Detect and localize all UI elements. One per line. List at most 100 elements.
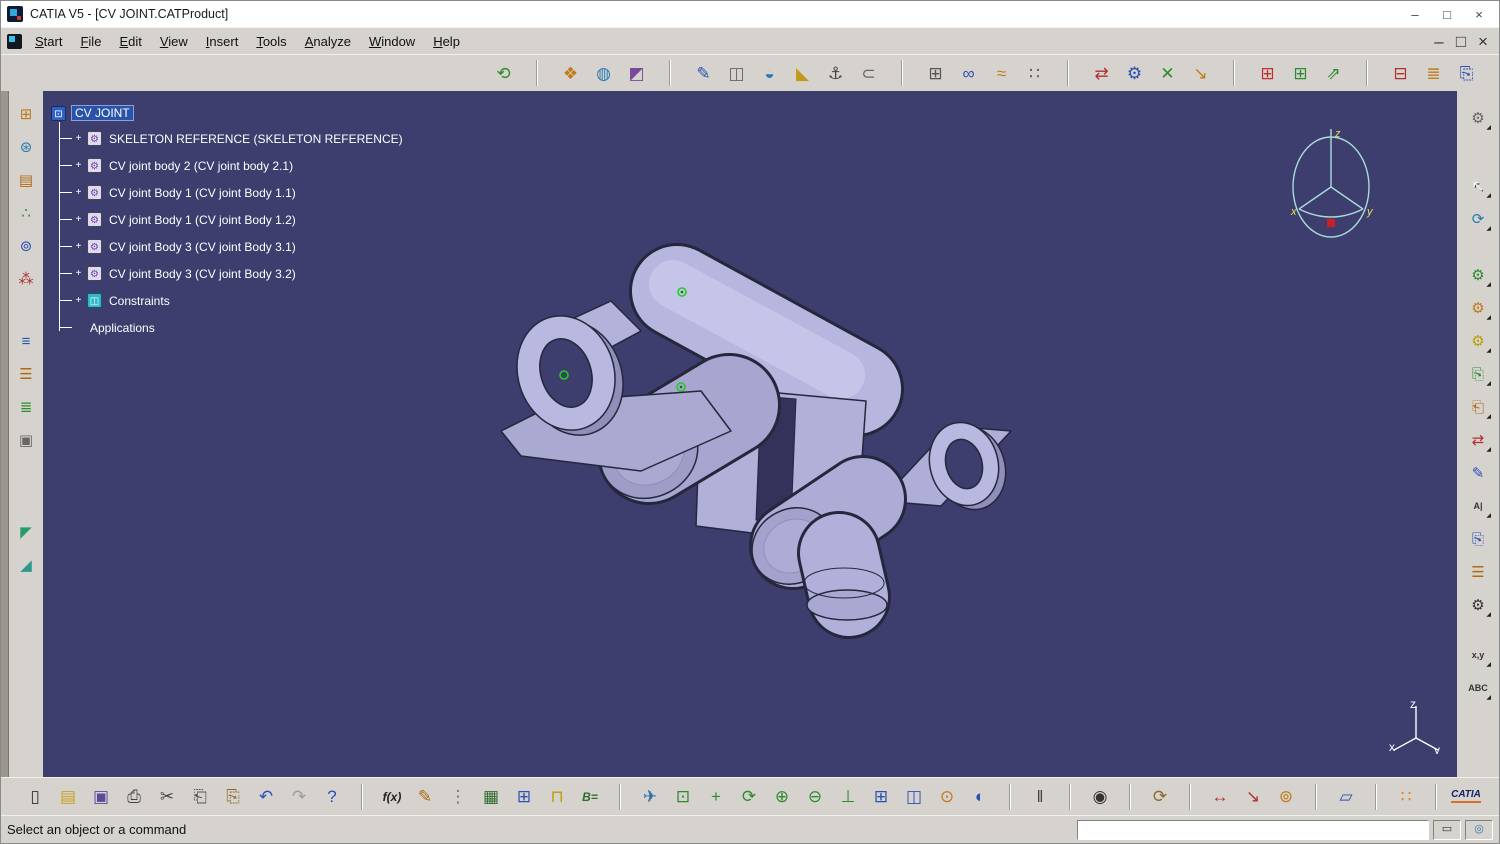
gear-yellow-icon[interactable]: ⚙◢ xyxy=(1465,328,1491,354)
expand-plus[interactable]: + xyxy=(74,268,83,279)
update-icon[interactable]: ⟲ xyxy=(489,59,518,88)
formula-icon[interactable]: f(x) xyxy=(378,783,406,811)
expand-plus[interactable]: + xyxy=(74,241,83,252)
design-table-icon[interactable]: ▦ xyxy=(477,783,505,811)
maximize-button[interactable]: □ xyxy=(1431,3,1463,25)
expand-plus[interactable]: + xyxy=(74,160,83,171)
part-icon[interactable]: ⚙ xyxy=(87,131,102,146)
flyout-caret-icon[interactable]: ◢ xyxy=(1486,348,1491,354)
iso-view-icon[interactable]: ◫ xyxy=(900,783,928,811)
abc-check-icon[interactable]: ABC◢ xyxy=(1465,675,1491,701)
surface-wing-icon[interactable]: ◢ xyxy=(13,552,39,578)
graphic-properties-icon[interactable]: ◩ xyxy=(622,59,651,88)
menu-analyze[interactable]: Analyze xyxy=(296,32,360,51)
window-layout-icon[interactable]: ⊟ xyxy=(1386,59,1415,88)
menu-insert[interactable]: Insert xyxy=(197,32,248,51)
part-icon[interactable]: ⚙ xyxy=(87,212,102,227)
whats-this-icon[interactable]: ? xyxy=(318,783,346,811)
print-icon[interactable]: ⎙ xyxy=(120,783,148,811)
rotate-icon[interactable]: ⟳ xyxy=(735,783,763,811)
expand-input-button[interactable]: ▭ xyxy=(1433,820,1461,840)
send-to-icon[interactable]: ⎘ xyxy=(1452,59,1481,88)
fit-all-in-icon[interactable]: ⊡ xyxy=(669,783,697,811)
update-gears-icon[interactable]: ⚙◢ xyxy=(1465,105,1491,131)
child-minimize-button[interactable]: – xyxy=(1429,32,1449,50)
flyout-caret-icon[interactable]: ◢ xyxy=(1486,282,1491,288)
measure-item-icon[interactable]: ↘ xyxy=(1239,783,1267,811)
gear-orange-icon[interactable]: ⚙◢ xyxy=(1465,295,1491,321)
analysis-wing-icon[interactable]: ◤ xyxy=(13,519,39,545)
snap-icon[interactable]: ↘ xyxy=(1186,59,1215,88)
graph-nodes-icon[interactable]: ∴ xyxy=(13,200,39,226)
3d-viewport[interactable]: ⊡CV JOINT+⚙SKELETON REFERENCE (SKELETON … xyxy=(43,91,1457,777)
free-rotate-icon[interactable]: ◒ xyxy=(755,59,784,88)
text-cursor-icon[interactable]: A|◢ xyxy=(1465,493,1491,519)
flyout-caret-icon[interactable]: ◢ xyxy=(1486,226,1491,232)
minimize-button[interactable]: – xyxy=(1399,3,1431,25)
copy-icon[interactable]: ⎗ xyxy=(186,783,214,811)
sketcher-icon[interactable]: ✎ xyxy=(689,59,718,88)
tile-columns-icon[interactable]: ≣ xyxy=(1419,59,1448,88)
attach-icon[interactable]: ⊂ xyxy=(854,59,883,88)
grid-table-icon[interactable]: ⊞ xyxy=(510,783,538,811)
annotation-gear-icon[interactable]: ⚙◢ xyxy=(1465,592,1491,618)
tree-item-label[interactable]: SKELETON REFERENCE (SKELETON REFERENCE) xyxy=(106,132,406,146)
page-actions-icon[interactable]: ⎘ xyxy=(1465,526,1491,552)
menu-file[interactable]: File xyxy=(71,32,110,51)
exploded-view-icon[interactable]: ⊞ xyxy=(921,59,950,88)
tree-item-label[interactable]: Constraints xyxy=(106,294,173,308)
part-icon[interactable]: ⚙ xyxy=(87,185,102,200)
knowledge-icon[interactable]: ⋮ xyxy=(444,783,472,811)
open-folder-icon[interactable]: ▤ xyxy=(54,783,82,811)
mass-properties-icon[interactable]: ⊚ xyxy=(1272,783,1300,811)
close-button[interactable]: × xyxy=(1463,3,1495,25)
undo-icon[interactable]: ↶ xyxy=(252,783,280,811)
curve-icon[interactable]: ≈ xyxy=(987,59,1016,88)
gear-green-icon[interactable]: ⚙◢ xyxy=(1465,262,1491,288)
shading-icon[interactable]: ⊙ xyxy=(933,783,961,811)
filter-list-icon[interactable]: ≣ xyxy=(13,394,39,420)
snap-points-icon[interactable]: ∷ xyxy=(1392,783,1420,811)
structure-edit-icon[interactable]: ☰ xyxy=(13,361,39,387)
cut-icon[interactable]: ✂ xyxy=(153,783,181,811)
menu-start[interactable]: Start xyxy=(26,32,71,51)
flyout-caret-icon[interactable]: ◢ xyxy=(1486,612,1491,618)
flyout-caret-icon[interactable]: ◢ xyxy=(1486,125,1491,131)
flyout-caret-icon[interactable]: ◢ xyxy=(1486,662,1491,668)
tree-item-label[interactable]: CV joint Body 1 (CV joint Body 1.1) xyxy=(106,186,299,200)
bounding-box-icon[interactable]: ◫ xyxy=(722,59,751,88)
compass-anchor[interactable] xyxy=(1327,219,1335,227)
tree-item-label[interactable]: Applications xyxy=(87,321,158,335)
menu-help[interactable]: Help xyxy=(424,32,469,51)
pan-icon[interactable]: + xyxy=(702,783,730,811)
expand-plus[interactable]: + xyxy=(74,187,83,198)
tree-item-label[interactable]: CV joint body 2 (CV joint body 2.1) xyxy=(106,159,296,173)
xy-measure-icon[interactable]: x,y◢ xyxy=(1465,642,1491,668)
link-manager-icon[interactable]: ∞ xyxy=(954,59,983,88)
translate-icon[interactable]: ⇄ xyxy=(1087,59,1116,88)
tree-item-label[interactable]: CV joint Body 1 (CV joint Body 1.2) xyxy=(106,213,299,227)
constraints-icon[interactable]: ◫ xyxy=(87,293,102,308)
orbit-tool-icon[interactable]: ⟳◢ xyxy=(1465,206,1491,232)
zoom-out-icon[interactable]: ⊖ xyxy=(801,783,829,811)
zoom-in-icon[interactable]: ⊕ xyxy=(768,783,796,811)
menu-view[interactable]: View xyxy=(151,32,197,51)
multi-view-icon[interactable]: ⊞ xyxy=(867,783,895,811)
workbench-icon[interactable] xyxy=(7,34,22,49)
part-icon[interactable]: ⚙ xyxy=(87,239,102,254)
sectioning-icon[interactable]: ▱ xyxy=(1332,783,1360,811)
child-close-button[interactable]: × xyxy=(1473,32,1493,50)
export-page-icon[interactable]: ⎘◢ xyxy=(1465,361,1491,387)
catalog-globe-icon[interactable]: ⊛ xyxy=(13,134,39,160)
analyze-gear-icon[interactable]: ⚙ xyxy=(1120,59,1149,88)
explode-icon[interactable]: ✕ xyxy=(1153,59,1182,88)
flyout-caret-icon[interactable]: ◢ xyxy=(1486,315,1491,321)
anchor-icon[interactable]: ⚓ xyxy=(821,59,850,88)
replace-component-icon[interactable]: ⇗ xyxy=(1319,59,1348,88)
paste-icon[interactable]: ⎘ xyxy=(219,783,247,811)
swap-arrows-icon[interactable]: ⇄◢ xyxy=(1465,427,1491,453)
ordered-list-icon[interactable]: ≡ xyxy=(13,328,39,354)
insert-existing-component-icon[interactable]: ⊞ xyxy=(1253,59,1282,88)
new-file-icon[interactable]: ▯ xyxy=(21,783,49,811)
product-structure-icon[interactable]: ⊞ xyxy=(13,101,39,127)
